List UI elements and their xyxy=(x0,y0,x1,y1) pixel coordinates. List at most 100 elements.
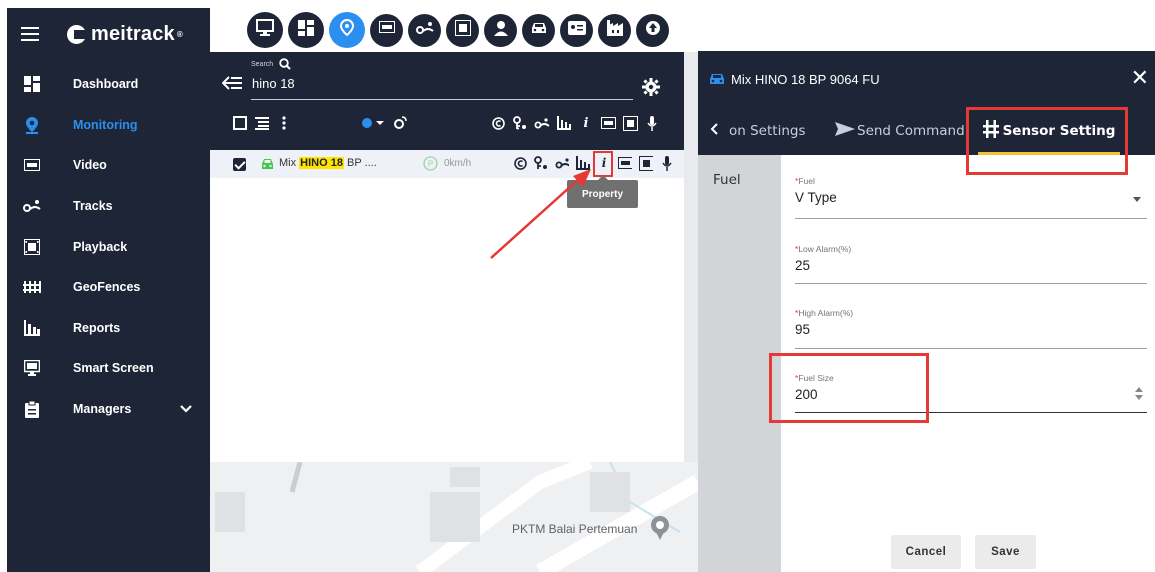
stepper-up-icon[interactable] xyxy=(1135,387,1143,392)
chevron-left-icon[interactable] xyxy=(710,123,729,139)
film-icon xyxy=(454,19,471,41)
top-toolbar xyxy=(210,8,698,52)
sidebar-item-playback[interactable]: Playback xyxy=(7,226,210,267)
bar-chart-icon[interactable] xyxy=(556,115,572,131)
user-icon xyxy=(493,20,509,41)
cancel-button[interactable]: Cancel xyxy=(891,535,961,569)
app-root: meitrack ® Dashboard Monitoring Video Tra… xyxy=(0,0,1155,572)
copyright-icon[interactable] xyxy=(490,115,506,131)
map-roads xyxy=(215,462,698,572)
sidebar-item-reports[interactable]: Reports xyxy=(7,308,210,349)
dashboard-icon xyxy=(298,19,314,41)
dashboard-icon xyxy=(23,75,41,93)
microphone-icon[interactable] xyxy=(644,115,660,131)
satellite-icon[interactable] xyxy=(392,115,408,131)
car-icon xyxy=(530,21,548,40)
upload-icon xyxy=(645,20,661,41)
factory-icon xyxy=(606,19,624,41)
live-video-icon xyxy=(23,156,41,174)
fuel-size-annotation xyxy=(769,353,929,423)
speed-gauge-icon: P xyxy=(423,156,438,176)
film-icon[interactable] xyxy=(622,115,638,131)
sidebar-item-label: GeoFences xyxy=(73,280,141,295)
select-all-checkbox[interactable] xyxy=(232,115,248,131)
high-alarm-value: 95 xyxy=(795,322,811,337)
menu-icon[interactable] xyxy=(21,27,39,41)
close-icon[interactable]: ✕ xyxy=(1131,67,1149,89)
search-label: Search xyxy=(251,61,274,68)
map-poi-label: PKTM Balai Pertemuan xyxy=(512,522,638,536)
smart-screen-toolbar-button[interactable] xyxy=(247,12,283,48)
chevron-down-icon[interactable] xyxy=(180,400,192,418)
map-edge xyxy=(684,52,698,462)
id-card-toolbar-button[interactable] xyxy=(560,13,593,47)
vehicle-name: Mix HINO 18 BP .... xyxy=(279,157,377,169)
list-item[interactable]: Mix HINO 18 BP .... P 0km/h i xyxy=(210,150,694,178)
sidebar-item-label: Reports xyxy=(73,320,121,335)
tab-send-command[interactable]: Send Command xyxy=(835,107,965,155)
vehicle-name-prefix: Mix xyxy=(279,157,297,169)
film-icon[interactable] xyxy=(639,155,653,171)
side-tab-label: Fuel xyxy=(713,172,741,188)
bar-chart-icon[interactable] xyxy=(576,156,590,170)
vehicle-name-suffix: BP .... xyxy=(347,157,377,169)
sidebar-item-geofences[interactable]: GeoFences xyxy=(7,267,210,308)
tab-settings[interactable]: on Settings xyxy=(710,107,805,155)
dashboard-toolbar-button[interactable] xyxy=(288,12,324,48)
key-icon[interactable] xyxy=(534,156,548,170)
sidebar-item-video[interactable]: Video xyxy=(7,145,210,186)
location-pin-icon xyxy=(23,116,41,134)
live-video-icon[interactable] xyxy=(600,115,616,131)
tracks-toolbar-button[interactable] xyxy=(408,13,441,47)
upload-toolbar-button[interactable] xyxy=(636,13,669,47)
stepper-down-icon[interactable] xyxy=(1135,395,1143,400)
playback-toolbar-button[interactable] xyxy=(446,13,479,47)
low-alarm-field[interactable]: *Low Alarm(%) 25 xyxy=(795,244,1147,284)
tracks-icon[interactable] xyxy=(534,115,550,131)
fence-icon xyxy=(23,278,41,296)
gear-icon[interactable] xyxy=(642,78,660,101)
factory-toolbar-button[interactable] xyxy=(598,13,631,47)
sidebar-item-dashboard[interactable]: Dashboard xyxy=(7,64,210,105)
number-stepper[interactable] xyxy=(1135,387,1143,400)
save-button[interactable]: Save xyxy=(975,535,1036,569)
brand-mark: ® xyxy=(176,29,183,39)
sidebar-nav: Dashboard Monitoring Video Tracks Playba… xyxy=(7,64,210,429)
status-filter-dropdown[interactable] xyxy=(360,115,386,131)
vehicle-checkbox[interactable] xyxy=(233,158,246,171)
tracks-icon xyxy=(23,197,41,215)
fuel-type-select[interactable]: *Fuel V Type xyxy=(795,176,1147,219)
user-toolbar-button[interactable] xyxy=(484,13,517,47)
sidebar-item-monitoring[interactable]: Monitoring xyxy=(7,105,210,146)
dialog-title: Mix HINO 18 BP 9064 FU xyxy=(731,72,880,87)
tracks-icon xyxy=(415,21,434,40)
more-vertical-icon[interactable] xyxy=(276,115,292,131)
search-input[interactable]: hino 18 xyxy=(252,76,295,91)
search-icon[interactable] xyxy=(279,57,291,75)
high-alarm-field[interactable]: *High Alarm(%) 95 xyxy=(795,308,1147,349)
car-icon xyxy=(708,72,726,91)
search-highlight: HINO 18 xyxy=(299,157,344,169)
live-video-icon[interactable] xyxy=(618,156,632,170)
sensor-tab-annotation xyxy=(966,107,1128,175)
monitoring-toolbar-button[interactable] xyxy=(329,12,365,48)
vehicle-toolbar-button[interactable] xyxy=(522,13,555,47)
map-view[interactable]: PKTM Balai Pertemuan xyxy=(210,462,698,572)
sidebar-item-smart-screen[interactable]: Smart Screen xyxy=(7,348,210,389)
send-icon xyxy=(835,122,857,140)
fuel-type-value: V Type xyxy=(795,190,837,205)
field-label: *High Alarm(%) xyxy=(795,308,854,318)
vehicle-list: Mix HINO 18 BP .... P 0km/h i Property xyxy=(210,150,694,462)
list-view-icon[interactable] xyxy=(254,115,270,131)
collapse-list-icon[interactable] xyxy=(221,76,242,95)
key-icon[interactable] xyxy=(512,115,528,131)
sidebar-item-managers[interactable]: Managers xyxy=(7,389,210,430)
microphone-icon[interactable] xyxy=(660,155,674,171)
sidebar-item-tracks[interactable]: Tracks xyxy=(7,186,210,227)
sidebar-item-label: Dashboard xyxy=(73,77,139,92)
copyright-icon[interactable] xyxy=(513,156,527,170)
dropdown-arrow-icon[interactable] xyxy=(1133,197,1141,202)
tracks-icon[interactable] xyxy=(555,156,569,170)
video-toolbar-button[interactable] xyxy=(370,13,403,47)
info-icon[interactable]: i xyxy=(578,115,594,131)
